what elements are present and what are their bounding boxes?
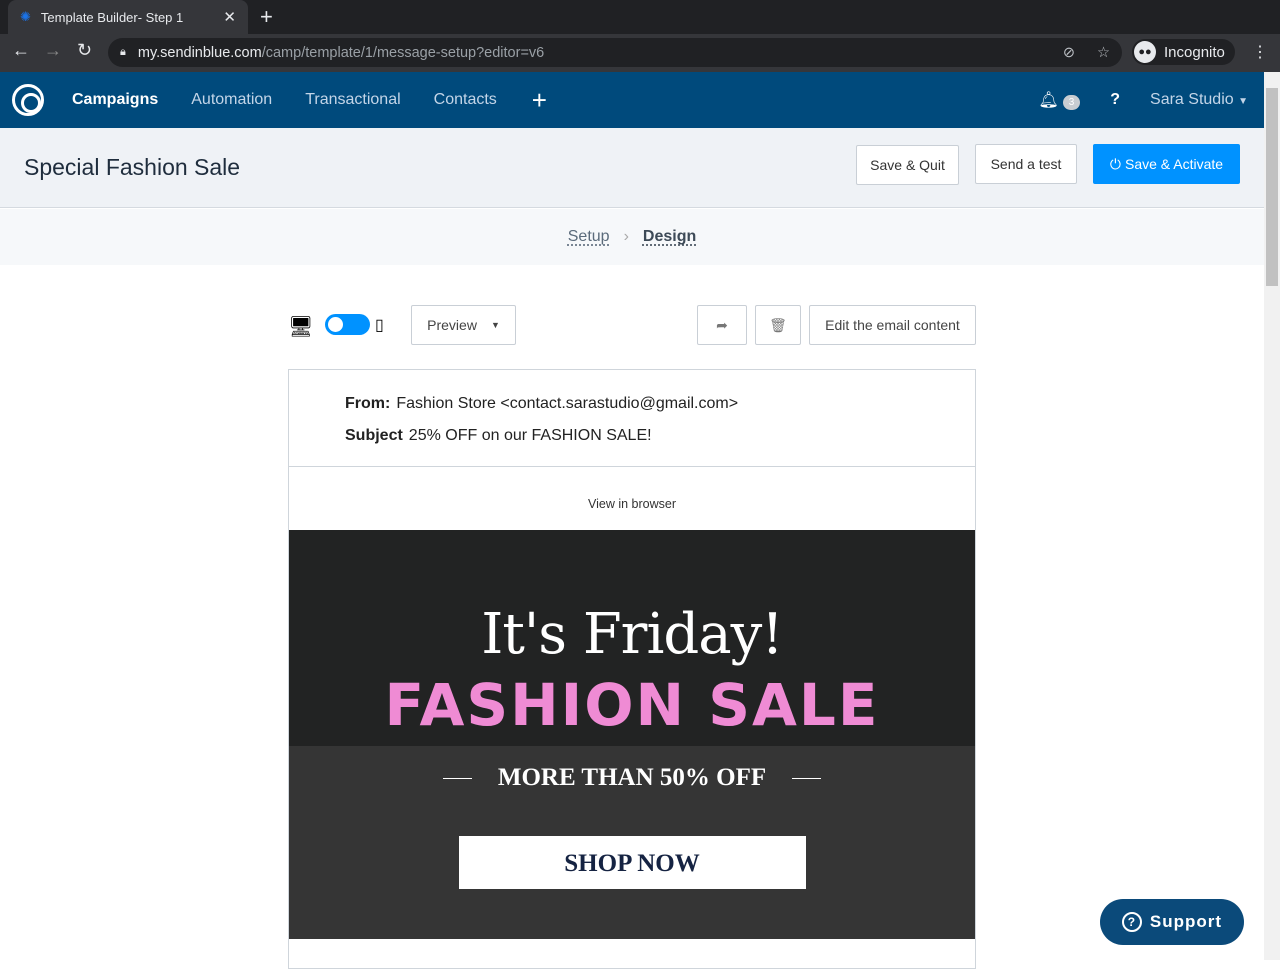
- delete-button[interactable]: 🗑︎: [755, 305, 801, 345]
- mobile-view-icon[interactable]: ▯: [375, 315, 384, 335]
- hero-headline: It's Friday!: [481, 602, 783, 667]
- edit-content-button[interactable]: Edit the email content: [809, 305, 976, 345]
- preview-label: Preview: [427, 317, 477, 333]
- back-icon[interactable]: ←: [12, 40, 30, 61]
- chevron-right-icon: ›: [623, 228, 629, 245]
- email-preview: From: Fashion Store <contact.sarastudio@g…: [288, 369, 976, 969]
- caret-down-icon: ▼: [490, 320, 500, 330]
- save-quit-button[interactable]: Save & Quit: [856, 145, 959, 185]
- nav-automation[interactable]: Automation: [191, 91, 272, 109]
- reload-icon[interactable]: ↻: [77, 40, 92, 61]
- close-tab-icon[interactable]: ✕: [223, 8, 236, 26]
- sendinblue-favicon-icon: ✺: [20, 9, 31, 24]
- save-activate-button[interactable]: ⏻ Save & Activate: [1093, 144, 1240, 184]
- new-tab-icon[interactable]: +: [260, 4, 273, 30]
- nav-campaigns[interactable]: Campaigns: [72, 91, 158, 109]
- notifications-button[interactable]: 🔔︎ 3: [1038, 90, 1081, 110]
- hero-banner: It's Friday! FASHION SALE: [289, 530, 975, 746]
- scrollbar-thumb[interactable]: [1266, 88, 1278, 286]
- from-value: Fashion Store <contact.sarastudio@gmail.…: [396, 395, 739, 412]
- page-title: Special Fashion Sale: [24, 154, 241, 180]
- trash-icon: 🗑︎: [769, 316, 787, 333]
- divider: [792, 777, 822, 779]
- bell-icon: 🔔︎: [1038, 92, 1059, 109]
- browser-menu-icon[interactable]: ⋮: [1252, 42, 1268, 62]
- incognito-icon: ●●: [1134, 41, 1156, 63]
- add-icon[interactable]: +: [532, 85, 547, 116]
- view-toggle[interactable]: [325, 314, 370, 335]
- address-bar[interactable]: 🔒︎ my.sendinblue.com/camp/template/1/mes…: [108, 38, 1122, 67]
- subject-label: Subject: [345, 427, 403, 444]
- share-arrow-icon: ➦: [716, 316, 728, 333]
- incognito-indicator[interactable]: ●● Incognito: [1132, 39, 1235, 65]
- help-circle-icon: ?: [1121, 912, 1142, 932]
- help-icon[interactable]: ?: [1110, 91, 1120, 109]
- nav-transactional[interactable]: Transactional: [305, 91, 400, 109]
- forward-icon[interactable]: →: [44, 40, 62, 61]
- subject-value: 25% OFF on our FASHION SALE!: [408, 427, 652, 444]
- preview-dropdown[interactable]: Preview ▼: [411, 305, 516, 345]
- support-button[interactable]: ? Support: [1100, 899, 1244, 945]
- hero-sale-title: FASHION SALE: [384, 671, 880, 739]
- offer-text: MORE THAN 50% OFF: [497, 764, 767, 791]
- lock-icon: 🔒︎: [120, 46, 126, 58]
- app-navbar: Campaigns Automation Transactional Conta…: [0, 72, 1264, 128]
- view-in-browser-link[interactable]: View in browser: [289, 467, 975, 530]
- support-label: Support: [1149, 912, 1223, 931]
- nav-contacts[interactable]: Contacts: [434, 91, 497, 109]
- bookmark-star-icon[interactable]: ☆: [1097, 45, 1110, 61]
- share-button[interactable]: ➦: [697, 305, 747, 345]
- caret-down-icon: ▼: [1238, 96, 1248, 107]
- url-host: my.sendinblue.com: [137, 44, 262, 61]
- send-test-button[interactable]: Send a test: [975, 144, 1077, 184]
- email-meta: From: Fashion Store <contact.sarastudio@g…: [289, 370, 975, 467]
- shop-now-button[interactable]: SHOP NOW: [458, 836, 806, 889]
- desktop-view-icon[interactable]: 🖥︎: [288, 314, 313, 339]
- browser-tab[interactable]: ✺ Template Builder- Step 1 ✕: [8, 0, 248, 34]
- step-design[interactable]: Design: [643, 228, 696, 246]
- tracking-blocked-icon[interactable]: ⊘: [1063, 45, 1075, 61]
- sendinblue-logo-icon[interactable]: [12, 84, 44, 116]
- notification-count: 3: [1062, 95, 1081, 110]
- tab-title: Template Builder- Step 1: [40, 9, 184, 25]
- divider: [442, 777, 472, 779]
- power-icon: ⏻: [1109, 155, 1121, 172]
- save-activate-label: Save & Activate: [1125, 156, 1224, 172]
- profile-label: Incognito: [1164, 43, 1225, 61]
- url-path: /camp/template/1/message-setup?editor=v6: [261, 44, 545, 61]
- offer-section: MORE THAN 50% OFF SHOP NOW: [289, 746, 975, 939]
- step-setup[interactable]: Setup: [568, 228, 610, 246]
- user-menu[interactable]: Sara Studio ▼: [1150, 91, 1248, 109]
- from-label: From:: [345, 395, 391, 412]
- user-name: Sara Studio: [1150, 91, 1234, 108]
- breadcrumb: Setup › Design: [0, 209, 1264, 265]
